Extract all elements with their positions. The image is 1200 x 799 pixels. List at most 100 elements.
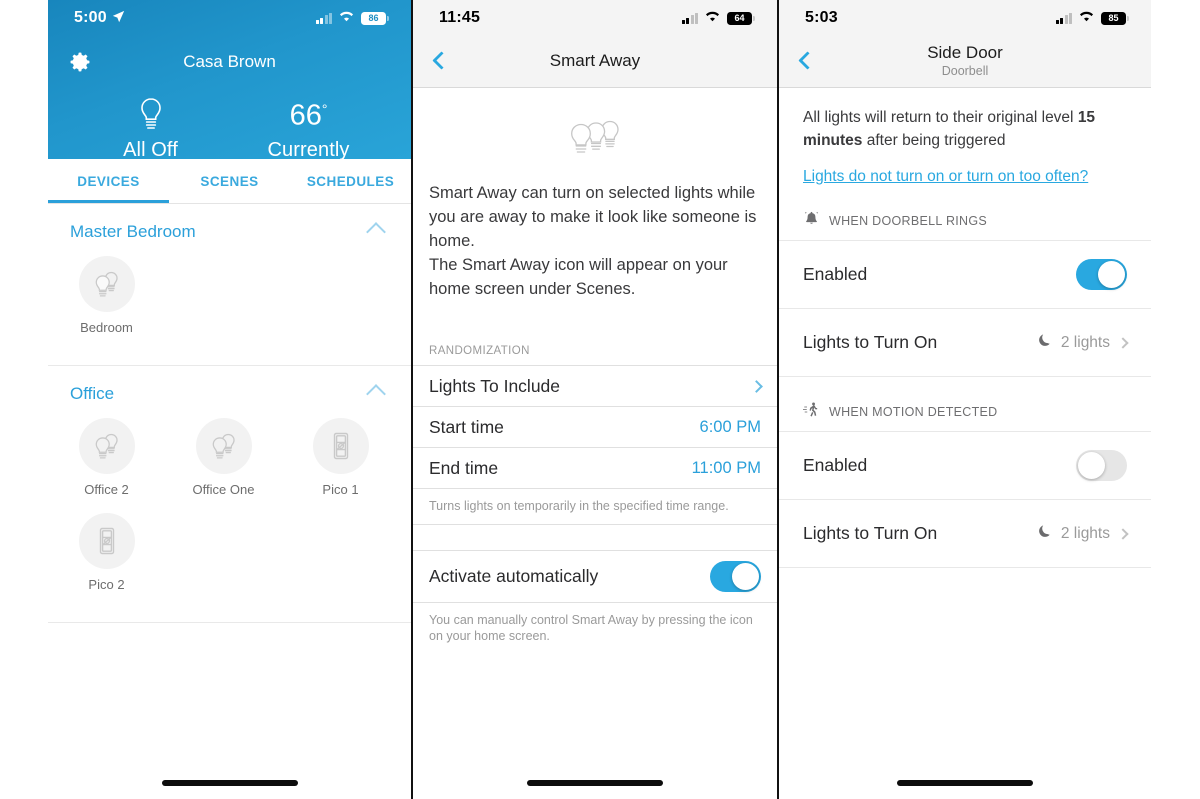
smart-away-hero bbox=[413, 88, 777, 177]
return-level-note: All lights will return to their original… bbox=[803, 106, 1127, 152]
row-value: 11:00 PM bbox=[691, 458, 761, 477]
row-end-time[interactable]: End time 11:00 PM bbox=[413, 448, 777, 489]
section-title: WHEN MOTION DETECTED bbox=[829, 405, 998, 419]
row-label: Activate automatically bbox=[429, 566, 599, 586]
chevron-up-icon[interactable] bbox=[366, 384, 386, 404]
device-name: Bedroom bbox=[80, 320, 133, 335]
page-title: Side Door bbox=[927, 43, 1003, 62]
group-header[interactable]: Office bbox=[48, 366, 411, 414]
chevron-right-icon bbox=[750, 379, 763, 393]
location-arrow-icon bbox=[112, 10, 125, 28]
chevron-up-icon[interactable] bbox=[366, 222, 386, 242]
gear-icon[interactable] bbox=[68, 50, 92, 74]
pico-remote-icon bbox=[78, 513, 135, 569]
cellular-bars-icon bbox=[681, 12, 698, 24]
randomization-note: Turns lights on temporarily in the speci… bbox=[413, 489, 777, 525]
nav-bar: Side Door Doorbell bbox=[779, 34, 1151, 88]
row-doorbell-lights-to-turn-on[interactable]: Lights to Turn On 2 lights bbox=[779, 309, 1151, 377]
status-bar: 11:45 64 bbox=[413, 0, 777, 34]
device-name: Pico 2 bbox=[88, 577, 125, 592]
status-indicators: 85 bbox=[1055, 9, 1129, 27]
group-title: Master Bedroom bbox=[70, 222, 196, 241]
wifi-icon bbox=[338, 9, 355, 27]
device-group-master-bedroom: Master Bedroom Bedroom bbox=[48, 204, 411, 366]
row-label: Enabled bbox=[803, 455, 868, 475]
motion-walking-icon bbox=[803, 401, 820, 423]
tab-schedules[interactable]: SCHEDULES bbox=[290, 159, 411, 203]
row-value: 2 lights bbox=[1060, 524, 1110, 542]
row-lights-to-include[interactable]: Lights To Include bbox=[413, 366, 777, 407]
side-door-intro: All lights will return to their original… bbox=[779, 88, 1151, 186]
group-title: Office bbox=[70, 384, 115, 403]
device-tile[interactable]: Bedroom bbox=[48, 256, 165, 335]
battery-indicator: 64 bbox=[727, 11, 755, 25]
back-chevron-icon[interactable] bbox=[421, 41, 461, 81]
home-header-bar: Casa Brown bbox=[48, 34, 411, 90]
tab-schedules-label: SCHEDULES bbox=[306, 173, 395, 189]
tab-scenes[interactable]: SCENES bbox=[169, 159, 290, 203]
device-tile[interactable]: Pico 2 bbox=[48, 513, 165, 592]
motion-enabled-toggle[interactable] bbox=[1076, 450, 1127, 481]
row-motion-enabled[interactable]: Enabled bbox=[779, 432, 1151, 500]
nav-bar: Smart Away bbox=[413, 34, 777, 88]
all-off-button[interactable]: All Off bbox=[91, 94, 211, 162]
toggle-knob bbox=[1098, 261, 1125, 288]
temperature-button[interactable]: 66° Currently bbox=[249, 94, 369, 162]
row-value: 6:00 PM bbox=[699, 417, 761, 436]
chevron-right-icon bbox=[1117, 336, 1129, 349]
page-title: Casa Brown bbox=[183, 52, 276, 71]
row-label: Lights to Turn On bbox=[803, 332, 938, 352]
device-name: Office 2 bbox=[84, 482, 129, 497]
page-subtitle: Doorbell bbox=[941, 64, 989, 78]
chevron-right-icon bbox=[1117, 527, 1129, 540]
doorbell-enabled-toggle[interactable] bbox=[1076, 259, 1127, 290]
row-doorbell-enabled[interactable]: Enabled bbox=[779, 241, 1151, 309]
home-quick-actions: All Off 66° Currently bbox=[48, 90, 411, 162]
group-header[interactable]: Master Bedroom bbox=[48, 204, 411, 252]
device-group-office: Office Office 2 Office One Pico 1 Pico 2 bbox=[48, 366, 411, 623]
doorbell-ringing-icon bbox=[803, 210, 820, 232]
row-motion-lights-to-turn-on[interactable]: Lights to Turn On 2 lights bbox=[779, 500, 1151, 568]
pico-remote-icon bbox=[312, 418, 369, 474]
page-title: Smart Away bbox=[549, 50, 641, 70]
device-name: Office One bbox=[192, 482, 255, 497]
status-time: 5:03 bbox=[805, 9, 838, 26]
three-bulbs-icon bbox=[564, 116, 626, 167]
wifi-icon bbox=[1078, 9, 1095, 27]
tab-devices[interactable]: DEVICES bbox=[48, 159, 169, 203]
temperature-value: 66 bbox=[289, 100, 322, 132]
tab-scenes-label: SCENES bbox=[200, 173, 259, 189]
tab-devices-label: DEVICES bbox=[77, 173, 140, 189]
section-when-doorbell-rings: WHEN DOORBELL RINGS bbox=[779, 186, 1151, 241]
note-post: after being triggered bbox=[862, 132, 1006, 149]
row-start-time[interactable]: Start time 6:00 PM bbox=[413, 407, 777, 448]
section-gap bbox=[413, 525, 777, 551]
device-tile[interactable]: Pico 1 bbox=[282, 418, 399, 497]
activate-note: You can manually control Smart Away by p… bbox=[429, 613, 753, 643]
activate-automatically-toggle[interactable] bbox=[710, 561, 761, 592]
wifi-icon bbox=[704, 9, 721, 27]
toggle-knob bbox=[732, 563, 759, 590]
home-indicator bbox=[779, 780, 1151, 786]
smart-away-description: Smart Away can turn on selected lights w… bbox=[429, 184, 757, 298]
back-chevron-icon[interactable] bbox=[787, 41, 827, 81]
status-indicators: 86 bbox=[315, 9, 389, 27]
lightbulb-icon bbox=[91, 94, 211, 136]
row-activate-automatically[interactable]: Activate automatically bbox=[413, 551, 777, 603]
status-bar: 5:03 85 bbox=[779, 0, 1151, 34]
row-label: Enabled bbox=[803, 264, 868, 284]
row-label: Lights to Turn On bbox=[803, 523, 938, 543]
row-label: Lights To Include bbox=[429, 375, 561, 396]
device-name: Pico 1 bbox=[322, 482, 359, 497]
home-indicator bbox=[48, 780, 411, 786]
status-time: 11:45 bbox=[439, 9, 481, 26]
troubleshoot-link[interactable]: Lights do not turn on or turn on too oft… bbox=[803, 168, 1088, 186]
cellular-bars-icon bbox=[315, 12, 332, 24]
device-tile[interactable]: Office One bbox=[165, 418, 282, 497]
device-tile[interactable]: Office 2 bbox=[48, 418, 165, 497]
double-bulb-icon bbox=[195, 418, 252, 474]
toggle-knob bbox=[1078, 452, 1105, 479]
row-value: 2 lights bbox=[1060, 333, 1110, 351]
section-title: WHEN DOORBELL RINGS bbox=[829, 214, 988, 228]
status-time: 5:00 bbox=[74, 9, 125, 28]
